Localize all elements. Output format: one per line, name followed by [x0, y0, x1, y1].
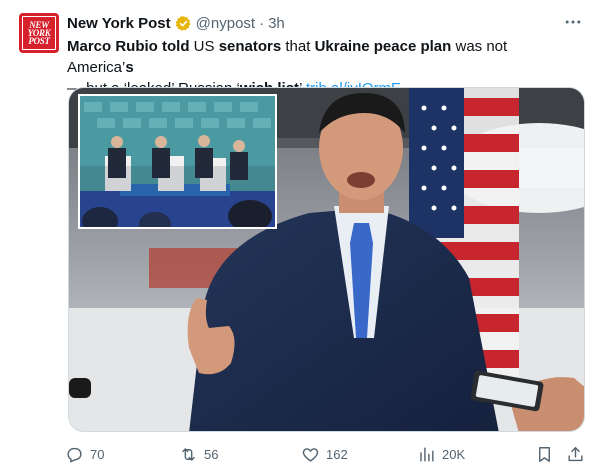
heart-icon — [302, 447, 319, 462]
text-bold-1: Marco Rubio told — [67, 38, 190, 55]
views-count: 20K — [442, 446, 466, 462]
repost-button[interactable]: 56 — [179, 441, 218, 467]
display-name[interactable]: New York Post — [67, 15, 171, 32]
repost-count: 56 — [204, 446, 219, 462]
text-plain-1: US — [189, 38, 219, 55]
tweet-actions: 70 56 162 20K — [65, 441, 587, 467]
timestamp[interactable]: 3h — [268, 15, 285, 32]
text-bold-2: senators — [218, 38, 282, 55]
bookmark-icon — [539, 446, 550, 462]
reply-count: 70 — [90, 446, 105, 462]
views-button[interactable]: 20K — [417, 441, 465, 467]
text-bold-4: s — [125, 59, 134, 76]
tweet-photo[interactable] — [68, 87, 585, 432]
reply-icon — [67, 447, 82, 463]
logo-line-3: POST — [28, 36, 50, 46]
share-button[interactable] — [566, 441, 585, 467]
avatar[interactable]: NEW YORK POST — [19, 13, 59, 53]
bookmark-button[interactable] — [535, 441, 554, 467]
text-bold-3: Ukraine peace plan — [314, 38, 452, 55]
tweet-header: New York Post @nypost · 3h — [67, 13, 285, 33]
separator: · — [259, 14, 265, 32]
views-icon — [420, 446, 434, 462]
more-icon[interactable] — [560, 12, 586, 32]
verified-badge-icon[interactable] — [175, 15, 192, 32]
text-plain-2: that — [281, 38, 315, 55]
handle[interactable]: @nypost — [196, 15, 255, 32]
like-button[interactable]: 162 — [301, 441, 348, 467]
repost-icon — [182, 447, 195, 461]
share-icon — [568, 446, 583, 461]
nypost-logo: NEW YORK POST — [22, 16, 56, 50]
like-count: 162 — [326, 446, 348, 462]
inset-photo-panel — [78, 94, 277, 229]
reply-button[interactable]: 70 — [65, 441, 104, 467]
